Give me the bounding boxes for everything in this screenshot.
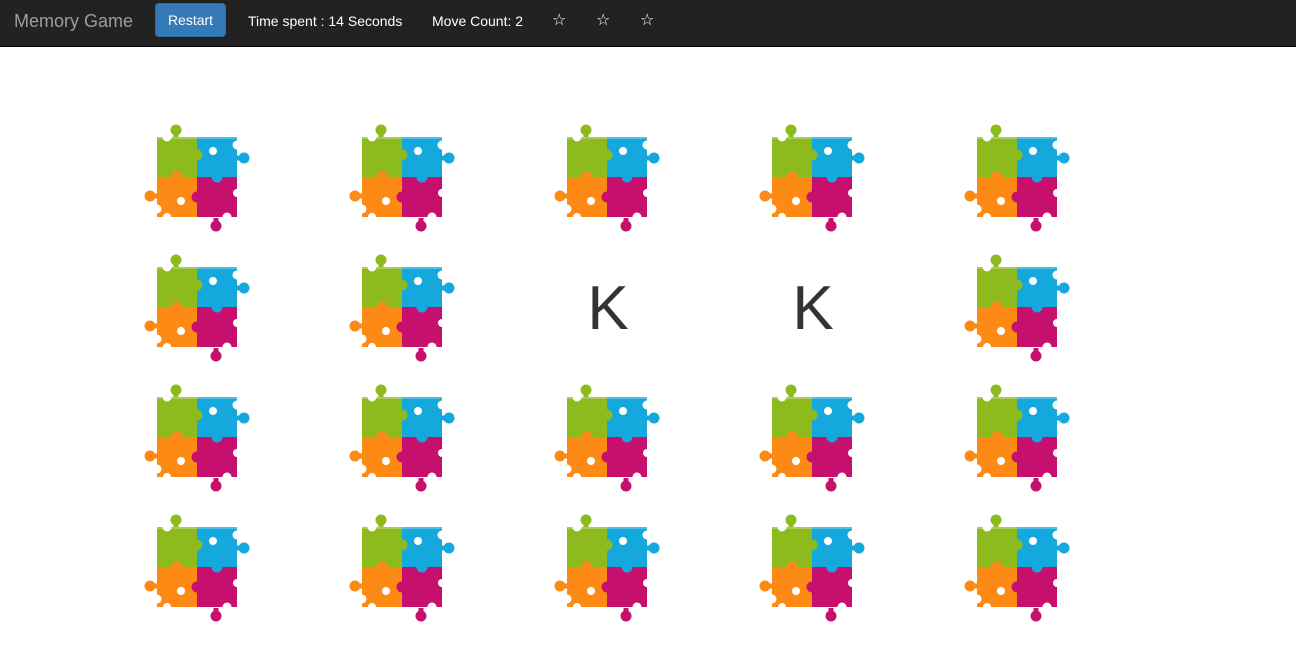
- card-hidden[interactable]: [758, 123, 868, 233]
- card-hidden[interactable]: [758, 383, 868, 493]
- time-spent-label: Time spent : 14 Seconds: [248, 13, 403, 29]
- card-hidden[interactable]: [143, 253, 253, 363]
- card-hidden[interactable]: [553, 383, 663, 493]
- card-hidden[interactable]: [963, 123, 1073, 233]
- card-hidden[interactable]: [143, 123, 253, 233]
- navbar: Memory Game Restart Time spent : 14 Seco…: [0, 0, 1296, 47]
- game-board: KK: [143, 123, 1168, 643]
- card-hidden[interactable]: [553, 123, 663, 233]
- card-hidden[interactable]: [963, 513, 1073, 623]
- card-hidden[interactable]: [963, 253, 1073, 363]
- card-hidden[interactable]: [963, 383, 1073, 493]
- card-hidden[interactable]: [348, 513, 458, 623]
- move-count-label: Move Count: 2: [432, 13, 524, 29]
- card-open[interactable]: K: [758, 253, 868, 363]
- card-open[interactable]: K: [553, 253, 663, 363]
- card-hidden[interactable]: [143, 513, 253, 623]
- star-icon: ☆: [596, 10, 611, 29]
- card-letter: K: [587, 273, 629, 343]
- restart-button[interactable]: Restart: [155, 3, 226, 37]
- card-hidden[interactable]: [348, 383, 458, 493]
- card-letter: K: [792, 273, 834, 343]
- card-hidden[interactable]: [348, 123, 458, 233]
- star-icon: ☆: [552, 10, 567, 29]
- card-hidden[interactable]: [758, 513, 868, 623]
- brand-title[interactable]: Memory Game: [14, 10, 133, 32]
- card-hidden[interactable]: [553, 513, 663, 623]
- card-hidden[interactable]: [348, 253, 458, 363]
- star-icon: ☆: [640, 10, 655, 29]
- card-hidden[interactable]: [143, 383, 253, 493]
